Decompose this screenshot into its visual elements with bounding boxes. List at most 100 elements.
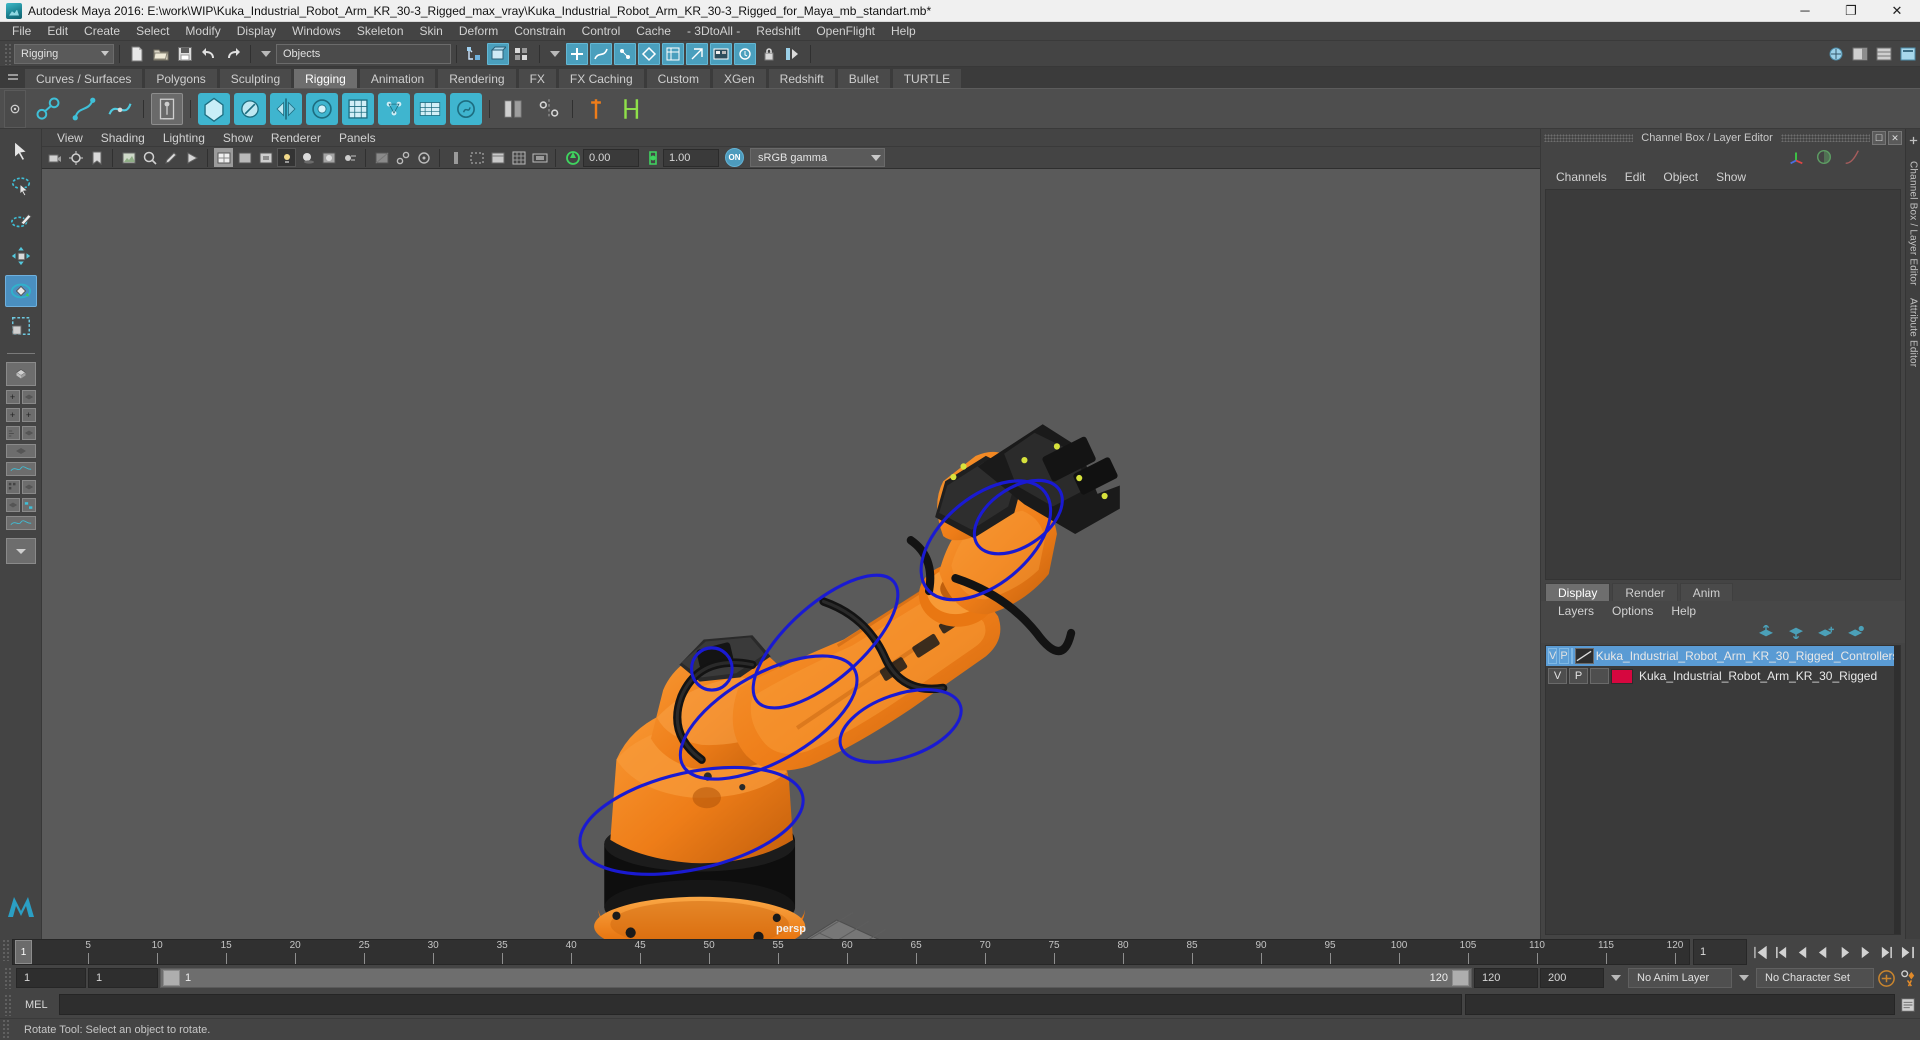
panel-menu-lighting[interactable]: Lighting xyxy=(154,129,214,147)
play-forwards-button[interactable] xyxy=(1834,942,1854,962)
skeleton-preset-icon[interactable] xyxy=(151,92,183,125)
vertical-tab-channel-box[interactable]: Channel Box / Layer Editor xyxy=(1908,155,1919,292)
layer-list[interactable]: V P Kuka_Industrial_Robot_Arm_KR_30_Rigg… xyxy=(1545,645,1901,935)
snap-to-grid-button[interactable] xyxy=(566,42,588,65)
menu-3dtoall[interactable]: - 3DtoAll - xyxy=(679,22,748,41)
exposure-field[interactable]: 0.00 xyxy=(583,148,639,167)
maximize-button[interactable]: ❐ xyxy=(1828,0,1874,21)
grid-toggle-icon[interactable] xyxy=(509,148,528,167)
smooth-shade-all-icon[interactable] xyxy=(235,148,254,167)
script-editor-button[interactable] xyxy=(1898,995,1918,1015)
undo-button[interactable] xyxy=(198,43,220,65)
channelbox-menu-object[interactable]: Object xyxy=(1654,167,1707,187)
make-live-button[interactable] xyxy=(686,42,708,65)
select-camera-icon[interactable] xyxy=(45,148,64,167)
close-button[interactable]: ✕ xyxy=(1874,0,1920,21)
snap-to-view-planes-button[interactable] xyxy=(662,42,684,65)
shelf-tab-xgen[interactable]: XGen xyxy=(711,68,767,88)
lasso-select-tool[interactable] xyxy=(5,170,37,202)
select-by-object-type-button[interactable] xyxy=(487,42,509,65)
layout-persp-hypershade-button[interactable] xyxy=(21,426,36,440)
animation-start-field[interactable]: 1 xyxy=(88,968,158,988)
commandline-grip[interactable] xyxy=(4,993,12,1016)
xray-joints-icon[interactable] xyxy=(393,148,412,167)
channelbox-menu-channels[interactable]: Channels xyxy=(1547,167,1616,187)
render-settings-button[interactable] xyxy=(758,43,780,65)
attribute-editor-toggle-icon[interactable] xyxy=(1873,43,1895,65)
time-slider[interactable]: 1 5 10 15 20 25 30 35 40 45 50 55 60 65 70 75 80 85 90 95 1… xyxy=(12,939,1690,965)
panel-menu-show[interactable]: Show xyxy=(214,129,262,147)
bookmark-icon[interactable] xyxy=(87,148,106,167)
snap-chevron-icon[interactable] xyxy=(550,50,560,57)
shelf-tab-sculpting[interactable]: Sculpting xyxy=(218,68,293,88)
tab-render[interactable]: Render xyxy=(1612,583,1678,601)
panel-menu-view[interactable]: View xyxy=(48,129,92,147)
play-backwards-button[interactable] xyxy=(1813,942,1833,962)
redo-button[interactable] xyxy=(222,43,244,65)
shelf-options-button[interactable] xyxy=(4,89,26,128)
motion-blur-icon[interactable] xyxy=(340,148,359,167)
shadows-icon[interactable] xyxy=(298,148,317,167)
expand-dock-icon[interactable] xyxy=(1908,135,1919,149)
layer-name[interactable]: Kuka_Industrial_Robot_Arm_KR_30_Rigged xyxy=(1639,669,1877,683)
paint-select-tool[interactable] xyxy=(5,205,37,237)
layer-type-toggle[interactable] xyxy=(1570,648,1573,664)
layer-playback-toggle[interactable]: P xyxy=(1559,648,1569,664)
menu-create[interactable]: Create xyxy=(76,22,128,41)
step-back-frame-button[interactable] xyxy=(1792,942,1812,962)
character-set-selector[interactable]: No Character Set xyxy=(1756,968,1874,988)
layout-persp-graph-button[interactable] xyxy=(5,426,20,440)
shelf-tab-rendering[interactable]: Rendering xyxy=(437,68,517,88)
menu-select[interactable]: Select xyxy=(128,22,177,41)
exposure-reset-icon[interactable] xyxy=(446,148,465,167)
layer-playback-toggle[interactable]: P xyxy=(1569,668,1588,684)
menu-edit[interactable]: Edit xyxy=(39,22,76,41)
new-layer-icon[interactable] xyxy=(1817,625,1835,639)
layout-two-panes-stacked-button[interactable]: + xyxy=(5,408,20,422)
lattice-deformer-icon[interactable] xyxy=(342,92,374,125)
layer-list-scrollbar[interactable] xyxy=(1894,646,1900,934)
shelf-tab-fx[interactable]: FX xyxy=(517,68,557,88)
new-layer-from-selected-icon[interactable] xyxy=(1847,625,1865,639)
menu-deform[interactable]: Deform xyxy=(451,22,506,41)
gamma-field[interactable]: 1.00 xyxy=(663,148,719,167)
menu-windows[interactable]: Windows xyxy=(284,22,349,41)
auto-keyframe-toggle[interactable] xyxy=(1876,968,1896,988)
xray-mode-icon[interactable] xyxy=(372,148,391,167)
statusbar-grip[interactable] xyxy=(2,1018,10,1040)
wireframe-shading-icon[interactable] xyxy=(214,148,233,167)
step-forward-frame-button[interactable] xyxy=(1855,942,1875,962)
layout-persp-node-editor-button[interactable] xyxy=(5,498,20,512)
grease-pencil-icon[interactable] xyxy=(161,148,180,167)
screen-space-ao-icon[interactable] xyxy=(319,148,338,167)
shelf-tab-animation[interactable]: Animation xyxy=(358,68,437,88)
select-by-component-type-button[interactable] xyxy=(511,43,533,65)
use-all-lights-icon[interactable] xyxy=(277,148,296,167)
mirror-joint-icon[interactable] xyxy=(533,93,565,125)
joint-tool-icon[interactable] xyxy=(32,93,64,125)
selection-mask-combo[interactable]: Objects xyxy=(276,43,451,64)
animation-preferences-button[interactable] xyxy=(1898,968,1918,988)
bind-skin-icon[interactable] xyxy=(198,92,230,125)
shelf-tab-bullet[interactable]: Bullet xyxy=(836,68,891,88)
layer-visibility-toggle[interactable]: V xyxy=(1548,648,1558,664)
image-plane-icon[interactable] xyxy=(119,148,138,167)
rangeslider-grip[interactable] xyxy=(4,967,12,989)
layer-name[interactable]: Kuka_Industrial_Robot_Arm_KR_30_Rigged_C… xyxy=(1596,649,1899,663)
layout-persp-graph-editor-button[interactable] xyxy=(5,462,36,476)
menu-skin[interactable]: Skin xyxy=(412,22,451,41)
menu-redshift[interactable]: Redshift xyxy=(748,22,808,41)
layout-more-button[interactable] xyxy=(5,538,36,564)
layers-menu[interactable]: Layers xyxy=(1549,601,1603,621)
dock-grip-left[interactable] xyxy=(1544,134,1634,142)
range-slider-left-handle[interactable] xyxy=(163,970,180,986)
anim-layer-chevron-icon[interactable] xyxy=(1611,975,1621,981)
film-gate-icon[interactable] xyxy=(530,148,549,167)
command-input-field[interactable] xyxy=(58,994,1462,1015)
panel-menu-panels[interactable]: Panels xyxy=(330,129,385,147)
range-slider[interactable]: 1 120 xyxy=(160,968,1472,988)
point-constraint-icon[interactable] xyxy=(616,93,648,125)
layer-color-swatch[interactable] xyxy=(1611,668,1633,684)
layout-persp-uv-button[interactable] xyxy=(21,480,36,494)
smooth-bind-icon[interactable] xyxy=(306,92,338,125)
